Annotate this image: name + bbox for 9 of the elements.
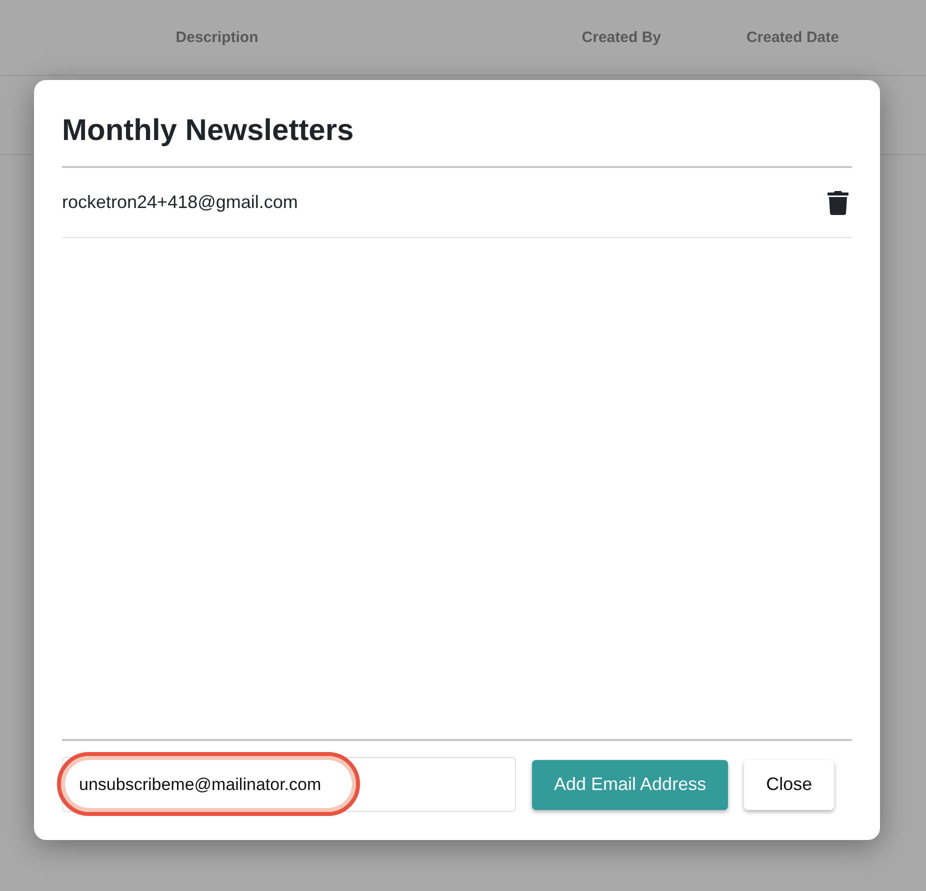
close-button[interactable]: Close bbox=[744, 760, 834, 810]
delete-button[interactable] bbox=[826, 190, 850, 214]
column-header[interactable]: Created By bbox=[582, 29, 661, 46]
add-email-button[interactable]: Add Email Address bbox=[532, 760, 728, 810]
trash-icon bbox=[826, 190, 850, 214]
dialog-title: Monthly Newsletters bbox=[62, 113, 355, 149]
column-header[interactable]: Created Date bbox=[746, 29, 839, 46]
column-header[interactable]: Description bbox=[176, 29, 258, 46]
email-address: rocketron24+418@gmail.com bbox=[62, 192, 298, 213]
